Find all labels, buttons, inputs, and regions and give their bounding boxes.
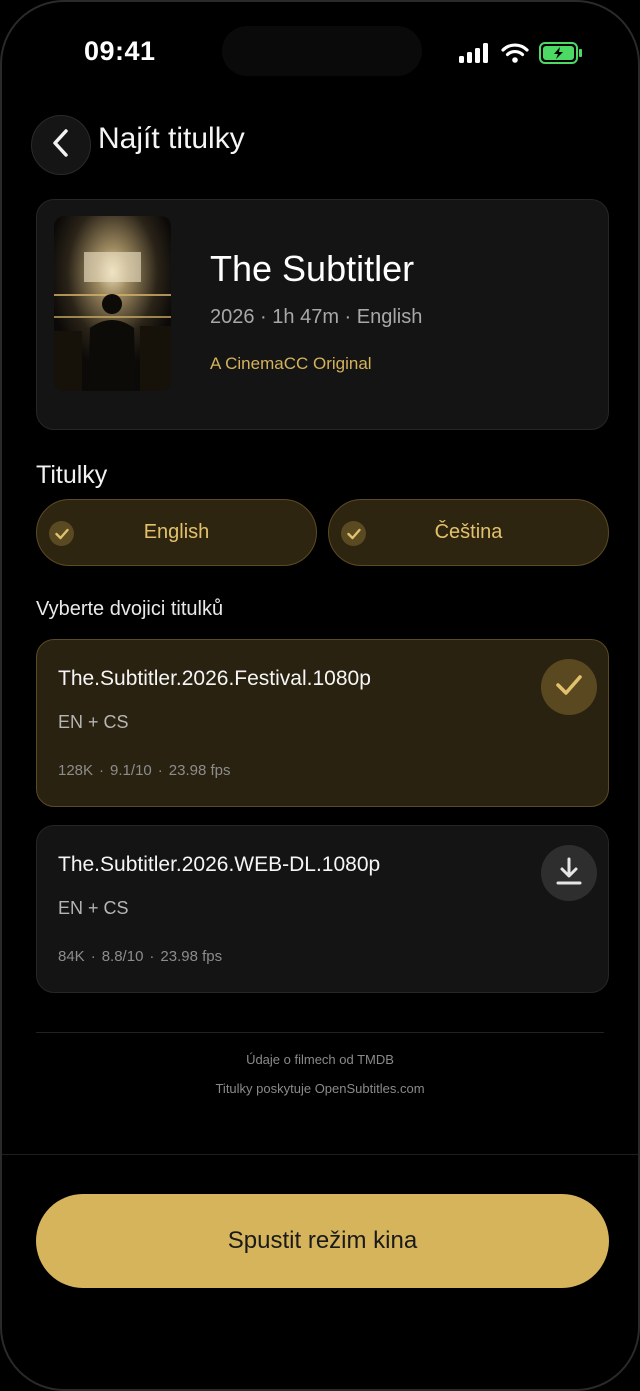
subtitle-pair-stats: 84K · 8.8/10 · 23.98 fps [58, 948, 223, 965]
language-chip-label: Čeština [434, 521, 503, 543]
chevron-left-icon [51, 128, 71, 163]
movie-original-label: A CinemaCC Original [210, 354, 372, 373]
back-button[interactable] [31, 115, 91, 175]
subtitle-downloads: 84K [58, 948, 85, 965]
movie-meta: 2026 · 1h 47m · English [210, 306, 423, 328]
movie-poster [54, 216, 171, 391]
subtitle-downloads: 128K [58, 762, 94, 779]
subtitle-pair-stats: 128K · 9.1/10 · 23.98 fps [58, 762, 231, 779]
subtitle-fps: 23.98 fps [160, 948, 223, 965]
start-cinema-mode-button[interactable]: Spustit režim kina [36, 1194, 609, 1288]
movie-title: The Subtitler [210, 248, 415, 289]
subtitle-fps: 23.98 fps [168, 762, 231, 779]
subtitle-pair-section-title: Vyberte dvojici titulků [36, 598, 224, 620]
subtitle-pair-languages: EN + CS [58, 712, 129, 732]
wifi-icon [501, 43, 529, 68]
language-chip-english[interactable]: English [36, 499, 317, 566]
subtitle-pair-name: The.Subtitler.2026.WEB-DL.1080p [58, 853, 381, 876]
signal-icon [459, 43, 491, 68]
opensubtitles-credit: Titulky poskytuje OpenSubtitles.com [215, 1081, 425, 1096]
status-time: 09:41 [84, 36, 156, 66]
subtitle-pair-item[interactable]: The.Subtitler.2026.Festival.1080p EN + C… [36, 639, 609, 807]
battery-icon [539, 42, 583, 69]
subtitle-rating: 8.8/10 [101, 948, 144, 965]
subtitle-pair-item[interactable]: The.Subtitler.2026.WEB-DL.1080p EN + CS … [36, 825, 609, 993]
language-chip-label: English [143, 521, 210, 543]
status-icons [459, 42, 583, 69]
check-icon [555, 674, 583, 701]
tmdb-credit: Údaje o filmech od TMDB [246, 1052, 394, 1067]
selected-check-button[interactable] [541, 659, 597, 715]
subtitle-pair-languages: EN + CS [58, 898, 129, 918]
subtitle-pair-name: The.Subtitler.2026.Festival.1080p [58, 667, 371, 690]
subtitle-rating: 9.1/10 [110, 762, 152, 779]
download-button[interactable] [541, 845, 597, 901]
status-bar: 09:41 [2, 2, 638, 102]
language-chip-czech[interactable]: Čeština [328, 499, 609, 566]
bottom-separator [2, 1154, 638, 1155]
subtitles-section-title: Titulky [36, 461, 108, 489]
page-title: Najít titulky [98, 122, 245, 155]
phone-screen: 09:41 Najít titulky The Subtitler 2026 ·… [0, 0, 640, 1391]
download-icon [555, 856, 583, 891]
movie-card: The Subtitler 2026 · 1h 47m · English A … [36, 199, 609, 430]
dynamic-island [222, 26, 422, 76]
divider [36, 1032, 604, 1033]
